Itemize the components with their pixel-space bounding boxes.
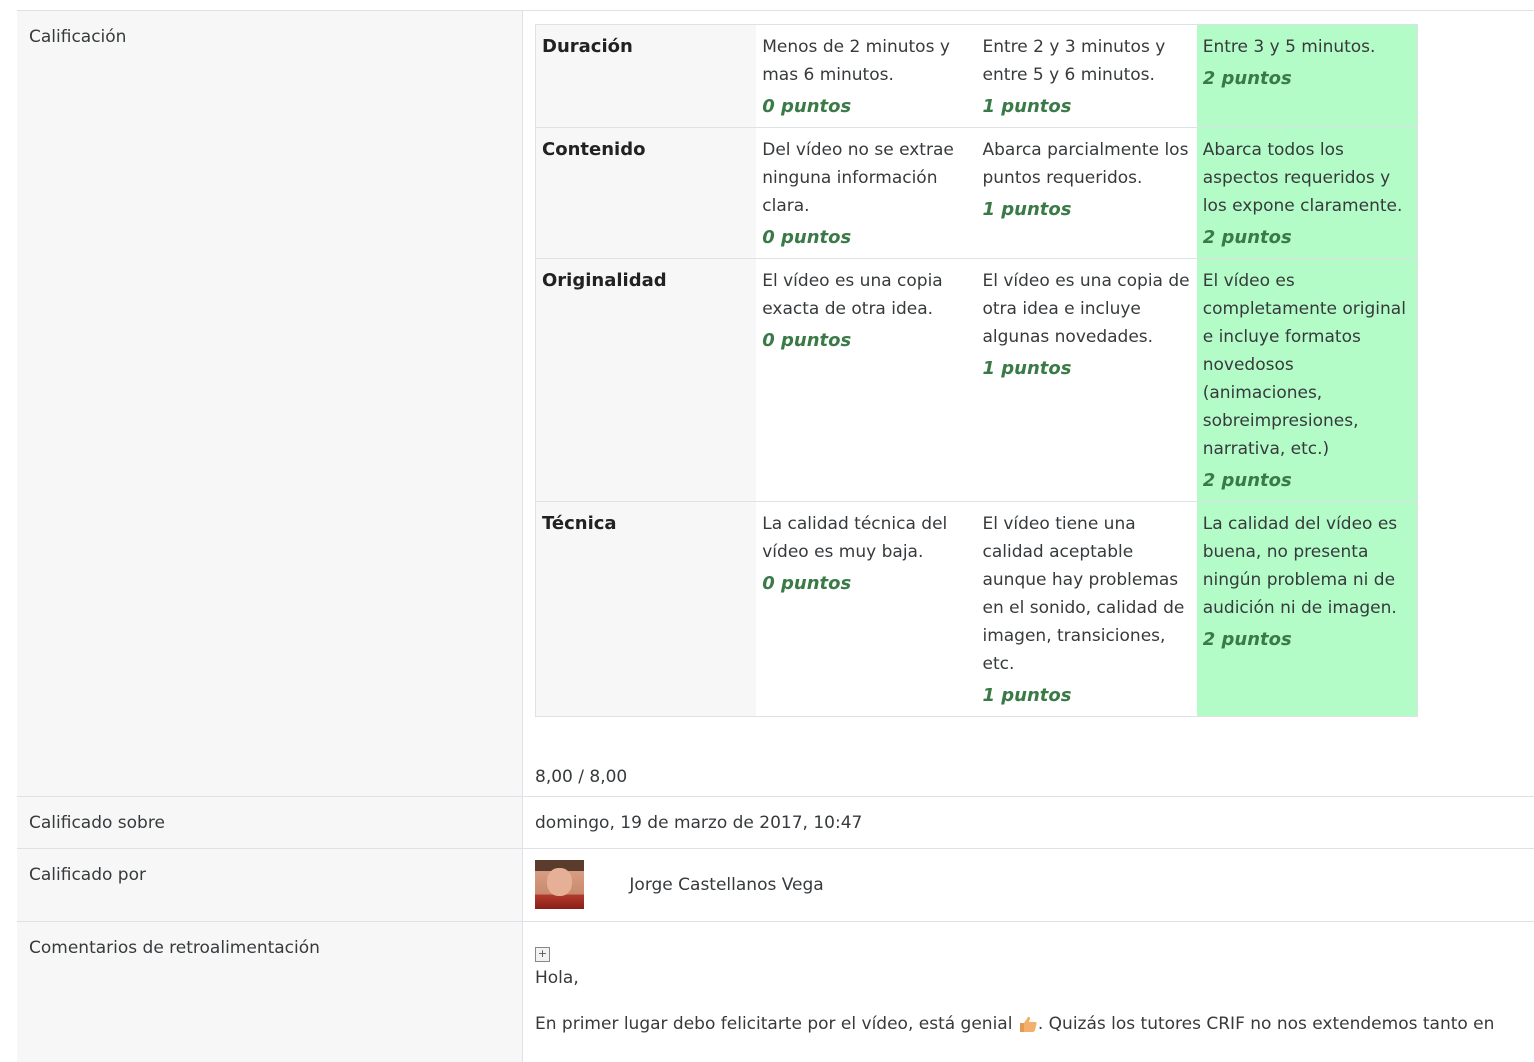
graded-on-value: domingo, 19 de marzo de 2017, 10:47 — [535, 813, 863, 833]
grade-cell: Duración Menos de 2 minutos y mas 6 minut… — [523, 11, 1534, 796]
level-points: 1 puntos — [982, 685, 1072, 706]
expand-icon[interactable]: + — [535, 947, 550, 962]
level-definition: El vídeo es una copia exacta de otra ide… — [762, 271, 943, 319]
rubric-level: El vídeo tiene una calidad aceptable aun… — [976, 501, 1197, 717]
level-definition: El vídeo es completamente original e inc… — [1202, 271, 1406, 459]
level-definition: La calidad del vídeo es buena, no presen… — [1202, 514, 1398, 618]
rubric-criterion-row: Originalidad El vídeo es una copia exacta… — [535, 258, 1418, 502]
grade-total: 8,00 / 8,00 — [535, 767, 628, 787]
rubric-level: Abarca parcialmente los puntos requerido… — [976, 127, 1197, 259]
level-definition: El vídeo es una copia de otra idea e inc… — [982, 271, 1190, 347]
level-points: 0 puntos — [762, 227, 852, 248]
grade-row: Calificación Duración Menos de 2 minutos … — [17, 11, 1534, 797]
feedback-greeting: Hola, — [535, 968, 579, 988]
rubric-criterion-row: Técnica La calidad técnica del vídeo es m… — [535, 501, 1418, 717]
rubric-criterion-row: Duración Menos de 2 minutos y mas 6 minut… — [535, 24, 1418, 128]
feedback-text-before: En primer lugar debo felicitarte por el … — [535, 1014, 1018, 1034]
rubric-level-selected: La calidad del vídeo es buena, no presen… — [1196, 501, 1418, 717]
level-definition: Abarca todos los aspectos requeridos y l… — [1202, 140, 1403, 216]
feedback-table: Calificación Duración Menos de 2 minutos … — [17, 10, 1534, 1062]
graded-by-cell: Jorge Castellanos Vega — [523, 849, 1534, 921]
criterion-label: Duración — [535, 24, 757, 128]
rubric-level-selected: Abarca todos los aspectos requeridos y l… — [1196, 127, 1418, 259]
level-points: 2 puntos — [1202, 227, 1292, 248]
level-points: 2 puntos — [1202, 470, 1292, 491]
graded-by-label: Calificado por — [17, 849, 523, 921]
level-points: 2 puntos — [1202, 68, 1292, 89]
level-points: 1 puntos — [982, 358, 1072, 379]
rubric-level: Entre 2 y 3 minutos y entre 5 y 6 minuto… — [976, 24, 1197, 128]
criterion-label: Originalidad — [535, 258, 757, 502]
rubric-table: Duración Menos de 2 minutos y mas 6 minut… — [535, 24, 1418, 717]
level-definition: Del vídeo no se extrae ninguna informaci… — [762, 140, 954, 216]
avatar[interactable] — [535, 860, 584, 909]
rubric-level: El vídeo es una copia exacta de otra ide… — [756, 258, 977, 502]
graded-by-row: Calificado por Jorge Castellanos Vega — [17, 849, 1534, 922]
criterion-label: Contenido — [535, 127, 757, 259]
rubric-level: Menos de 2 minutos y mas 6 minutos. 0 pun… — [756, 24, 977, 128]
rubric-level-selected: El vídeo es completamente original e inc… — [1196, 258, 1418, 502]
grader-name[interactable]: Jorge Castellanos Vega — [629, 875, 823, 895]
level-definition: El vídeo tiene una calidad aceptable aun… — [982, 514, 1185, 674]
level-points: 1 puntos — [982, 96, 1072, 117]
rubric-level: El vídeo es una copia de otra idea e inc… — [976, 258, 1197, 502]
feedback-row: Comentarios de retroalimentación + Hola,… — [17, 922, 1534, 1062]
feedback-text-after: . Quizás los tutores CRIF no nos extende… — [1037, 1014, 1495, 1034]
feedback-text: En primer lugar debo felicitarte por el … — [535, 1014, 1534, 1034]
rubric-level-selected: Entre 3 y 5 minutos. 2 puntos — [1196, 24, 1418, 128]
level-definition: Abarca parcialmente los puntos requerido… — [982, 140, 1189, 188]
level-points: 2 puntos — [1202, 629, 1292, 650]
graded-on-row: Calificado sobre domingo, 19 de marzo de… — [17, 797, 1534, 849]
level-definition: Menos de 2 minutos y mas 6 minutos. — [762, 37, 950, 85]
rubric-criterion-row: Contenido Del vídeo no se extrae ninguna … — [535, 127, 1418, 259]
level-points: 0 puntos — [762, 96, 852, 117]
rubric-level: Del vídeo no se extrae ninguna informaci… — [756, 127, 977, 259]
level-points: 0 puntos — [762, 330, 852, 351]
grade-label: Calificación — [17, 11, 523, 796]
rubric-level: La calidad técnica del vídeo es muy baja… — [756, 501, 977, 717]
feedback-cell: + Hola, En primer lugar debo felicitarte… — [523, 922, 1534, 1062]
level-definition: Entre 2 y 3 minutos y entre 5 y 6 minuto… — [982, 37, 1166, 85]
level-points: 0 puntos — [762, 573, 852, 594]
level-definition: La calidad técnica del vídeo es muy baja… — [762, 514, 948, 562]
level-definition: Entre 3 y 5 minutos. — [1202, 37, 1376, 57]
thumbs-up-icon — [1019, 1016, 1037, 1032]
criterion-label: Técnica — [535, 501, 757, 717]
graded-on-label: Calificado sobre — [17, 797, 523, 848]
feedback-label: Comentarios de retroalimentación — [17, 922, 523, 1062]
level-points: 1 puntos — [982, 199, 1072, 220]
